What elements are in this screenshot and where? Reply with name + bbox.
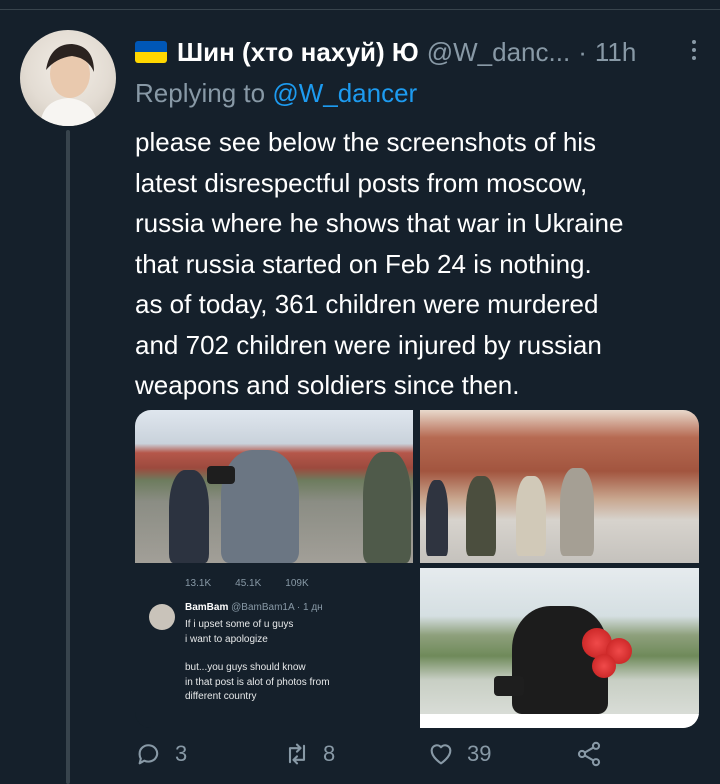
tweet-actions: 3 8 39 bbox=[135, 740, 700, 780]
embedded-text-line: in that post is alot of photos from bbox=[185, 676, 330, 688]
embedded-replies-count: 13.1K bbox=[185, 578, 212, 589]
like-button[interactable]: 39 bbox=[427, 740, 491, 768]
photo-person bbox=[516, 476, 546, 556]
like-count: 39 bbox=[467, 741, 492, 766]
reply-icon bbox=[138, 744, 159, 765]
photo-person bbox=[426, 480, 448, 556]
photo-camera bbox=[207, 466, 235, 484]
embedded-text-line: i want to apologize bbox=[185, 633, 268, 645]
embedded-tweet-stats: 13.1K 45.1K 109K bbox=[185, 578, 309, 589]
tweet-header: Шин (хто нахуй) Ю @W_danc... · 11h bbox=[135, 34, 700, 70]
embedded-author-handle: @BamBam1A · 1 дн bbox=[231, 602, 323, 613]
photo-person bbox=[169, 470, 209, 563]
photo-bottom-strip bbox=[420, 714, 699, 728]
embedded-text-line: different country bbox=[185, 691, 257, 702]
reply-prefix: Replying to bbox=[135, 78, 266, 108]
tweet-text-line: that russia started on Feb 24 is nothing… bbox=[135, 248, 592, 279]
ukraine-flag-icon bbox=[135, 41, 167, 63]
author-avatar[interactable] bbox=[20, 30, 116, 126]
embedded-tweet-header: BamBam @BamBam1A · 1 дн bbox=[185, 602, 323, 613]
tweet-text-line: and 702 children were injured by russian bbox=[135, 329, 602, 360]
separator: · bbox=[578, 36, 587, 67]
author-name[interactable]: Шин (хто нахуй) Ю bbox=[177, 37, 419, 68]
media-photo-2[interactable] bbox=[420, 410, 699, 563]
embedded-text-gap bbox=[185, 647, 330, 661]
media-screenshot-embedded-tweet[interactable]: 13.1K 45.1K 109K BamBam @BamBam1A · 1 дн… bbox=[135, 568, 413, 728]
media-grid: 13.1K 45.1K 109K BamBam @BamBam1A · 1 дн… bbox=[135, 410, 699, 728]
retweet-count: 8 bbox=[323, 741, 336, 766]
photo-person bbox=[560, 468, 594, 556]
photo-camera bbox=[494, 676, 524, 696]
avatar-photo bbox=[40, 44, 98, 126]
thread-line bbox=[66, 130, 70, 784]
replying-to: Replying to @W_dancer bbox=[135, 78, 417, 109]
embedded-author-name: BamBam bbox=[185, 602, 229, 613]
tweet-timestamp[interactable]: 11h bbox=[595, 37, 636, 68]
media-photo-1[interactable] bbox=[135, 410, 413, 563]
embedded-text-line: but...you guys should know bbox=[185, 662, 306, 673]
reply-mention-link[interactable]: @W_dancer bbox=[272, 78, 417, 108]
reply-button[interactable]: 3 bbox=[135, 740, 187, 768]
tweet-text: please see below the screenshots of his … bbox=[135, 122, 707, 406]
author-handle[interactable]: @W_danc... bbox=[427, 37, 570, 68]
embedded-tweet-text: If i upset some of u guys i want to apol… bbox=[185, 618, 330, 705]
like-icon bbox=[430, 744, 452, 765]
more-icon[interactable] bbox=[692, 40, 696, 60]
photo-person bbox=[363, 452, 411, 563]
tweet-text-line: please see below the screenshots of his bbox=[135, 127, 597, 157]
photo-person bbox=[466, 476, 496, 556]
retweet-button[interactable]: 8 bbox=[283, 740, 335, 768]
share-icon bbox=[577, 741, 601, 767]
tweet-text-line: as of today, 361 children were murdered bbox=[135, 289, 599, 319]
media-photo-3[interactable] bbox=[420, 568, 699, 728]
flag-bottom-stripe bbox=[135, 52, 167, 63]
embedded-retweets-count: 45.1K bbox=[235, 578, 262, 589]
top-divider bbox=[0, 0, 720, 10]
reply-count: 3 bbox=[175, 741, 188, 766]
share-button[interactable] bbox=[575, 740, 603, 768]
tweet-text-line: latest disrespectful posts from moscow, bbox=[135, 167, 588, 198]
photo-flowers bbox=[592, 654, 616, 678]
flag-top-stripe bbox=[135, 41, 167, 52]
embedded-likes-count: 109K bbox=[285, 578, 309, 589]
embedded-avatar bbox=[149, 604, 175, 630]
tweet-text-line: russia where he shows that war in Ukrain… bbox=[135, 208, 624, 238]
retweet-icon bbox=[288, 743, 306, 765]
embedded-text-line: If i upset some of u guys bbox=[185, 619, 294, 630]
tweet-text-line: weapons and soldiers since then. bbox=[135, 370, 520, 400]
